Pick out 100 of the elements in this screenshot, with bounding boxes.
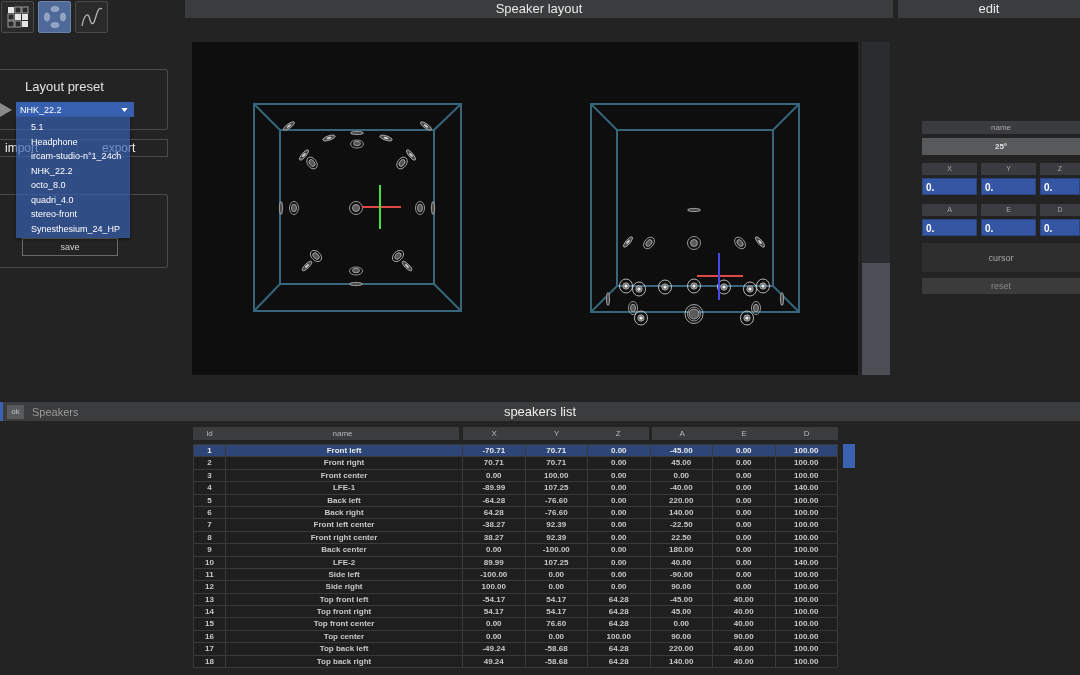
table-cell: 40.00 (713, 655, 776, 668)
number-field[interactable]: 0. (1040, 219, 1080, 236)
table-cell: 54.17 (463, 606, 526, 618)
table-cell: -76.60 (525, 506, 588, 519)
speaker-icon (780, 292, 784, 306)
table-cell: 17 (194, 643, 226, 655)
preset-dropdown[interactable]: NHK_22.2 (16, 102, 134, 117)
table-row[interactable]: 9 Back center 0.00 -100.00 0.00 180.00 0.00 100.00 (194, 544, 838, 557)
scrollbar-track[interactable] (862, 42, 890, 375)
table-cell: Back left (226, 494, 463, 506)
table-cell: 70.71 (525, 457, 588, 469)
toolbar-button[interactable] (1, 1, 34, 33)
table-cell: 0.00 (588, 482, 651, 494)
speaker-icon (431, 201, 435, 215)
column-header: Y (525, 427, 588, 440)
table-cell: LFE-1 (226, 482, 463, 494)
speaker-icon (623, 236, 633, 248)
dropdown-option[interactable]: Synesthesium_24_HP (16, 221, 130, 236)
number-field[interactable]: 0. (981, 219, 1036, 236)
speaker-icon (740, 310, 754, 326)
table-cell: 180.00 (650, 544, 713, 556)
dropdown-option[interactable]: NHK_22.2 (16, 163, 130, 178)
wave-icon (80, 6, 103, 28)
table-cell: 89.99 (463, 556, 526, 568)
table-row[interactable]: 7 Front left center -38.27 92.39 0.00 -22.50 0.00 100.00 (194, 519, 838, 532)
ok-button[interactable]: ok (7, 404, 24, 419)
table-cell: 0.00 (588, 506, 651, 519)
table-cell: 0.00 (463, 544, 526, 556)
number-field[interactable]: 0. (981, 178, 1036, 195)
table-cell: -58.68 (525, 655, 588, 668)
dropdown-option[interactable]: quadri_4.0 (16, 192, 130, 207)
save-button[interactable]: save (22, 238, 118, 256)
speaker-icon (322, 134, 336, 142)
table-cell: 100.00 (775, 445, 838, 457)
speaker-icon (755, 236, 765, 248)
table-cell: 64.28 (463, 506, 526, 519)
table-cell: 100.00 (775, 643, 838, 655)
dropdown-option[interactable]: octo_8.0 (16, 178, 130, 193)
table-cell: 49.24 (463, 655, 526, 668)
dropdown-option[interactable]: 5.1 (16, 120, 130, 135)
table-row[interactable]: 1 Front left -70.71 70.71 0.00 -45.00 0.00 100.00 (194, 445, 838, 458)
number-field[interactable]: 0. (922, 219, 977, 236)
table-cell: 100.00 (775, 568, 838, 581)
column-header: id (193, 427, 226, 440)
table-cell: 220.00 (650, 494, 713, 506)
table-cell: 18 (194, 655, 226, 668)
speaker-icon (687, 208, 701, 212)
speaker-icon (350, 139, 364, 149)
table-cell: 0.00 (463, 630, 526, 643)
table-cell: 0.00 (713, 519, 776, 531)
table-cell: Front center (226, 469, 463, 482)
table-cell: 0.00 (588, 457, 651, 469)
table-cell: -45.00 (650, 593, 713, 606)
table-cell: -49.24 (463, 643, 526, 655)
table-cell: 3 (194, 469, 226, 482)
table-cell: Top front left (226, 593, 463, 606)
table-row[interactable]: 4 LFE-1 -89.99 107.25 0.00 -40.00 0.00 140.00 (194, 482, 838, 495)
table-row[interactable]: 15 Top front center 0.00 76.60 64.28 0.00 40.00 100.00 (194, 618, 838, 631)
table-cell: 140.00 (775, 482, 838, 494)
number-field[interactable]: 0. (1040, 178, 1080, 195)
name-field[interactable]: 25° (922, 138, 1080, 155)
table-row[interactable]: 14 Top front right 54.17 54.17 64.28 45.00 40.00 100.00 (194, 606, 838, 619)
table-cell: 40.00 (713, 593, 776, 606)
speaker-icon (743, 281, 757, 297)
dropdown-option[interactable]: stereo-front (16, 207, 130, 222)
table-cell: 0.00 (713, 457, 776, 469)
table-cell: 140.00 (775, 556, 838, 568)
table-cell: Back right (226, 506, 463, 519)
scrollbar-thumb[interactable] (862, 263, 890, 375)
table-cell: 54.17 (525, 606, 588, 618)
table-cell: 4 (194, 482, 226, 494)
column-header: name (226, 427, 459, 440)
table-cell: 100.00 (775, 630, 838, 643)
table-cell: -89.99 (463, 482, 526, 494)
scrollbar-thumb[interactable] (843, 444, 855, 468)
table-cell: 100.00 (775, 544, 838, 556)
table-cell: -38.27 (463, 519, 526, 531)
number-field[interactable]: 0. (922, 178, 977, 195)
cursor-button[interactable]: cursor (922, 243, 1080, 272)
table-cell: 0.00 (525, 568, 588, 581)
table-cell: 0.00 (588, 556, 651, 568)
speaker-icon (606, 292, 610, 306)
table-cell: Top back left (226, 643, 463, 655)
caret-icon (121, 107, 128, 112)
table-cell: 13 (194, 593, 226, 606)
toolbar-button[interactable] (75, 1, 108, 33)
table-cell: Top front right (226, 606, 463, 618)
table-cell: -40.00 (650, 482, 713, 494)
table-cell: 45.00 (650, 606, 713, 618)
speaker-icon (687, 278, 701, 294)
table-cell: 100.00 (775, 655, 838, 668)
speaker-icon (301, 260, 313, 272)
table-cell: -54.17 (463, 593, 526, 606)
table-row[interactable]: 12 Side right 100.00 0.00 0.00 90.00 0.00 100.00 (194, 581, 838, 594)
table-row[interactable]: 17 Top back left -49.24 -58.68 64.28 220.00 40.00 100.00 (194, 643, 838, 656)
table-cell: -58.68 (525, 643, 588, 655)
table-cell: 0.00 (713, 506, 776, 519)
table-row[interactable]: 2 Front right 70.71 70.71 0.00 45.00 0.00 100.00 (194, 457, 838, 470)
table-cell: 92.39 (525, 531, 588, 544)
speaker-icon (717, 279, 731, 295)
